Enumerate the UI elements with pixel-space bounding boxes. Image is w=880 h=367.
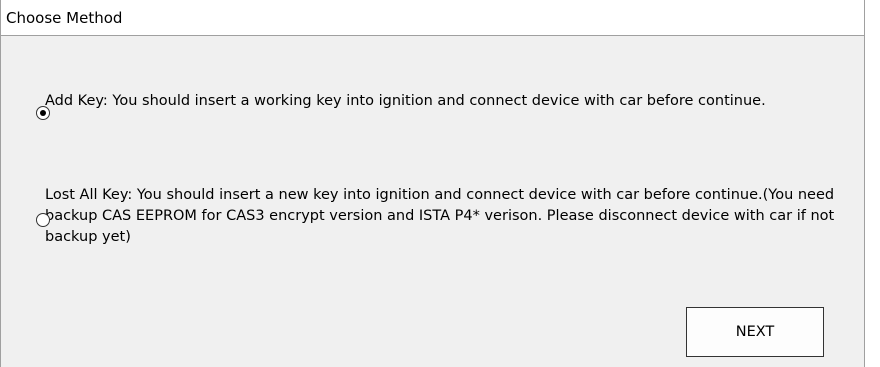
lost-all-key-radio[interactable]: [36, 213, 50, 227]
lost-all-key-label: Lost All Key: You should insert a new ke…: [45, 187, 835, 245]
add-key-label: Add Key: You should insert a working key…: [45, 93, 766, 109]
next-button[interactable]: NEXT: [686, 307, 824, 357]
title-bar: Choose Method: [1, 0, 864, 36]
add-key-radio[interactable]: [36, 106, 50, 120]
radio-selected-dot: [40, 110, 46, 116]
lost-all-key-option[interactable]: Lost All Key: You should insert a new ke…: [36, 185, 854, 248]
add-key-option[interactable]: Add Key: You should insert a working key…: [36, 91, 854, 120]
dialog-title: Choose Method: [6, 9, 123, 27]
choose-method-dialog: Choose Method Add Key: You should insert…: [0, 0, 865, 367]
